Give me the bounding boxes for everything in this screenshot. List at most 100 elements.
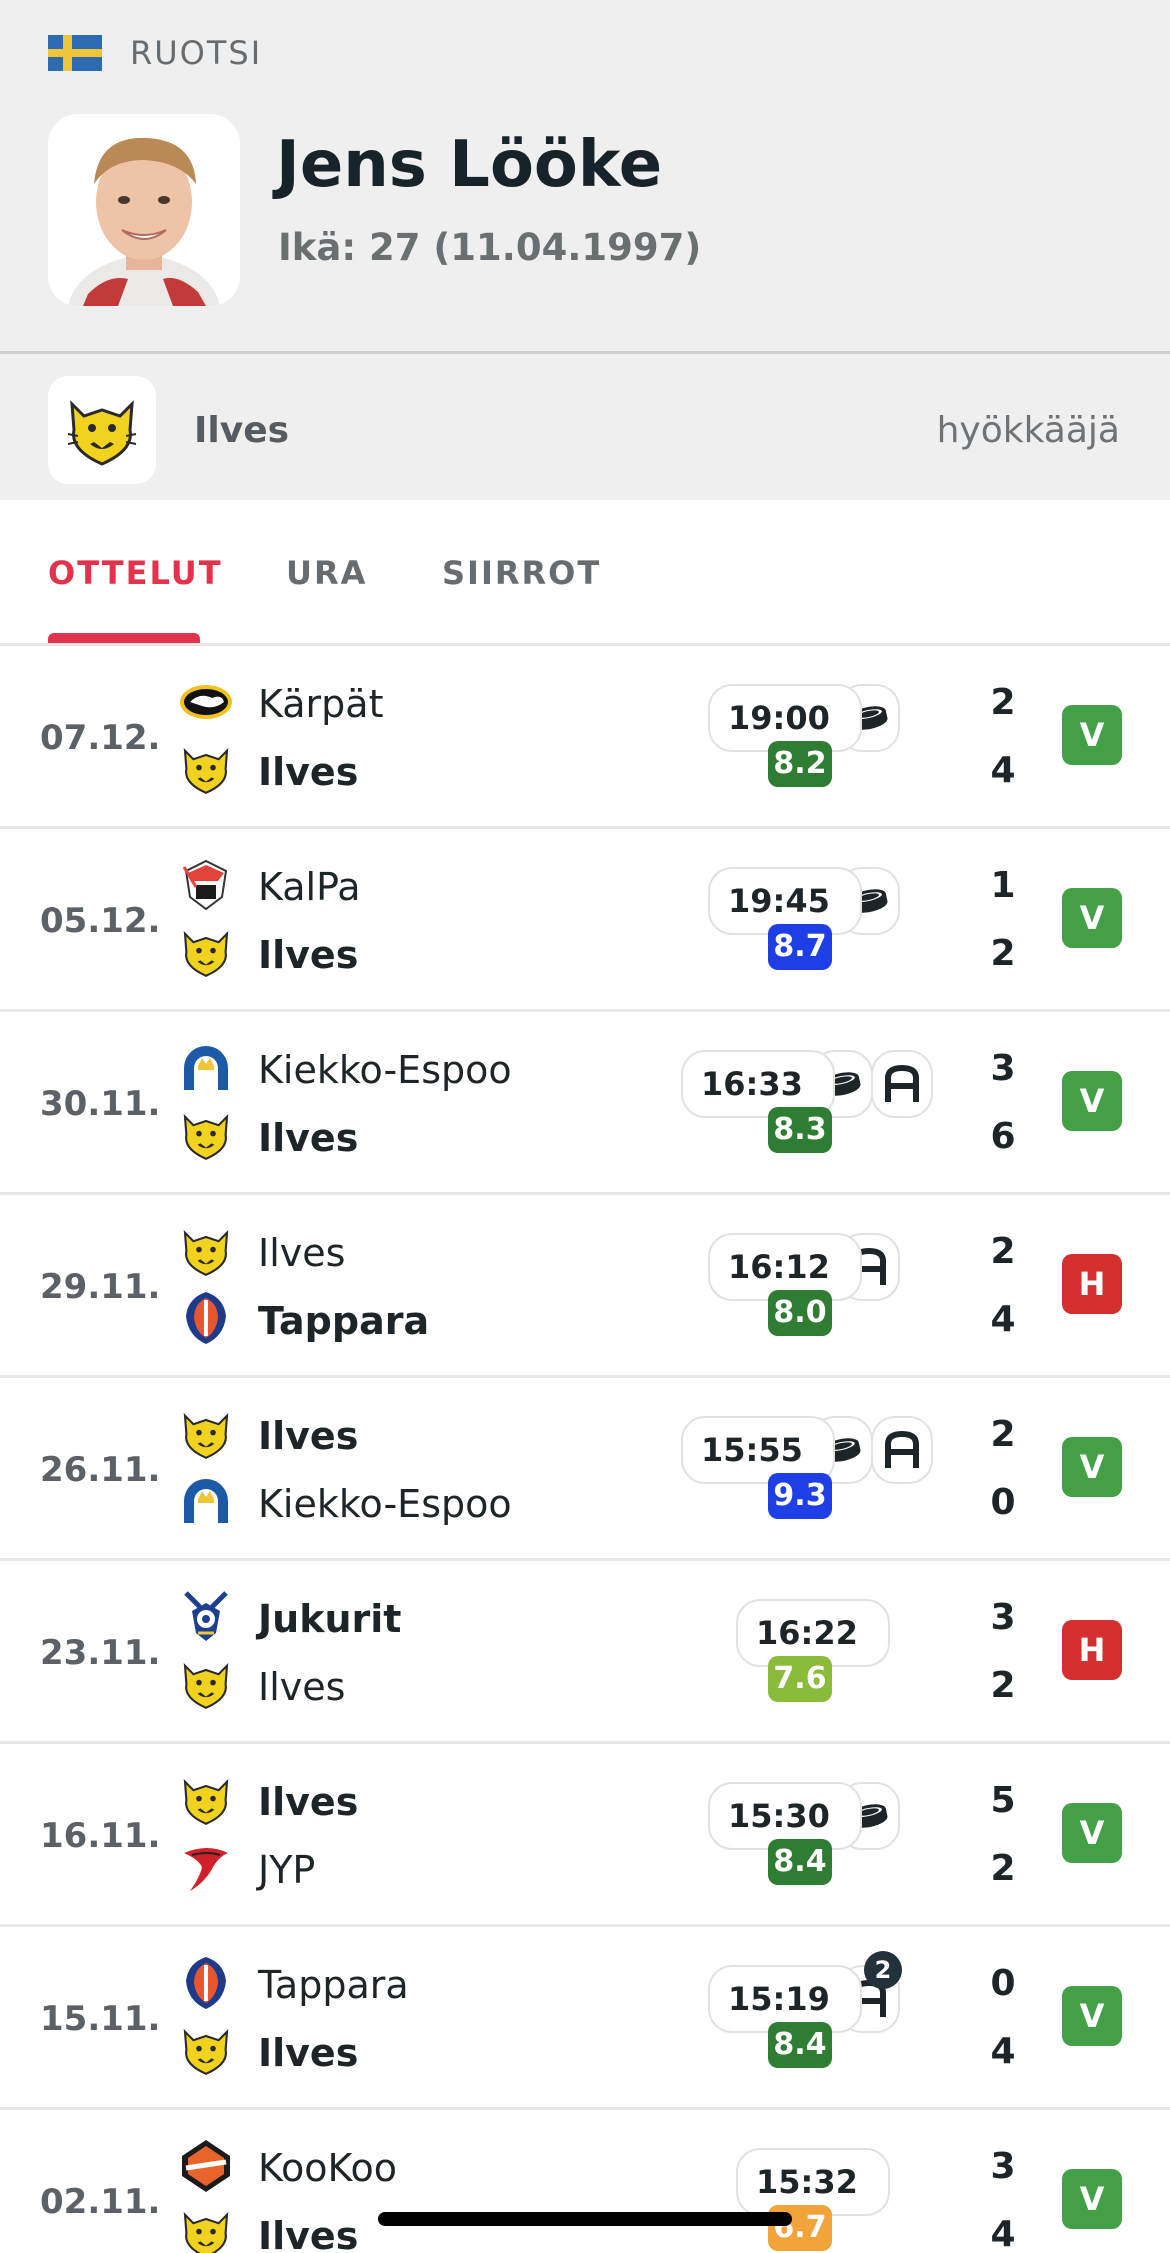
home-score: 3	[990, 2146, 1016, 2187]
home-score: 5	[990, 1780, 1016, 1821]
home-score: 1	[990, 865, 1016, 906]
home-score: 2	[990, 682, 1016, 723]
ilves-logo-icon	[178, 1107, 234, 1163]
away-score: 4	[990, 750, 1016, 791]
match-date: 07.12.	[40, 718, 161, 758]
away-team-name: Ilves	[258, 2031, 359, 2075]
match-row[interactable]: 30.11. Kiekko-Espoo Ilves 16:33 8.3 3 6 V	[0, 1012, 1170, 1195]
assist-count-badge: 2	[864, 1951, 902, 1989]
away-score: 2	[990, 1665, 1016, 1706]
player-name: Jens Lööke	[276, 128, 663, 202]
away-score: 6	[990, 1116, 1016, 1157]
ilves-logo-icon	[178, 741, 234, 797]
kiekko-logo-icon	[178, 1040, 234, 1096]
ilves-logo-icon	[178, 2022, 234, 2078]
match-row[interactable]: 15.11. Tappara Ilves 15:19 2 8.4 0 4 V	[0, 1927, 1170, 2110]
home-team-name: Ilves	[258, 1414, 359, 1458]
match-row[interactable]: 02.11. KooKoo Ilves 15:32 6.7 3 4 V	[0, 2110, 1170, 2253]
away-score: 0	[990, 1482, 1016, 1523]
player-rating: 8.4	[768, 1839, 832, 1885]
time-on-ice-value: 15:30	[728, 1797, 830, 1835]
tab-bar: OTTELUT URA SIIRROT	[0, 500, 1170, 646]
player-age: Ikä: 27 (11.04.1997)	[278, 226, 702, 269]
match-date: 05.12.	[40, 901, 161, 941]
match-date: 02.11.	[40, 2182, 161, 2222]
home-team-name: Jukurit	[258, 1597, 402, 1641]
result-badge: V	[1062, 705, 1122, 765]
result-badge: H	[1062, 1620, 1122, 1680]
home-score: 2	[990, 1414, 1016, 1455]
home-score: 0	[990, 1963, 1016, 2004]
home-score: 2	[990, 1231, 1016, 1272]
assist-icon	[871, 1050, 933, 1118]
time-on-ice-value: 16:33	[701, 1065, 803, 1103]
karpat-logo-icon	[178, 674, 234, 730]
match-date: 15.11.	[40, 1999, 161, 2039]
country-name: RUOTSI	[130, 34, 263, 72]
tappara-logo-icon	[178, 1290, 234, 1346]
match-row[interactable]: 29.11. Ilves Tappara 16:12 8.0 2 4 H	[0, 1195, 1170, 1378]
time-on-ice-value: 16:12	[728, 1248, 830, 1286]
ilves-logo-icon	[48, 376, 156, 484]
country-row: RUOTSI	[48, 34, 262, 72]
time-on-ice-value: 15:55	[701, 1431, 803, 1469]
time-on-ice-value: 15:32	[756, 2163, 858, 2201]
home-team-name: Kärpät	[258, 682, 384, 726]
tab-ottelut[interactable]: OTTELUT	[48, 554, 223, 592]
match-row[interactable]: 16.11. Ilves JYP 15:30 8.4 5 2 V	[0, 1744, 1170, 1927]
away-team-name: Tappara	[258, 1299, 430, 1343]
match-date: 23.11.	[40, 1633, 161, 1673]
away-team-name: JYP	[258, 1848, 316, 1892]
away-team-name: Ilves	[258, 933, 359, 977]
sweden-flag-icon	[48, 35, 102, 71]
match-row[interactable]: 26.11. Ilves Kiekko-Espoo 15:55 9.3 2 0 V	[0, 1378, 1170, 1561]
home-team-name: KooKoo	[258, 2146, 398, 2190]
match-date: 16.11.	[40, 1816, 161, 1856]
result-badge: V	[1062, 1071, 1122, 1131]
ilves-logo-icon	[178, 924, 234, 980]
home-score: 3	[990, 1597, 1016, 1638]
team-bar[interactable]: Ilves hyökkääjä	[0, 354, 1170, 500]
kiekko-logo-icon	[178, 1473, 234, 1529]
player-rating: 8.3	[768, 1107, 832, 1153]
tab-ura[interactable]: URA	[286, 554, 367, 592]
away-team-name: Ilves	[258, 2214, 359, 2253]
away-score: 2	[990, 1848, 1016, 1889]
player-position: hyökkääjä	[936, 410, 1120, 451]
assist-icon	[871, 1416, 933, 1484]
kalpa-logo-icon	[178, 857, 234, 913]
result-badge: H	[1062, 1254, 1122, 1314]
away-score: 4	[990, 1299, 1016, 1340]
result-badge: V	[1062, 2169, 1122, 2229]
player-rating: 8.2	[768, 741, 832, 787]
tab-siirrot[interactable]: SIIRROT	[442, 554, 601, 592]
ilves-logo-icon	[178, 1656, 234, 1712]
player-rating: 8.0	[768, 1290, 832, 1336]
away-team-name: Ilves	[258, 1665, 346, 1709]
result-badge: V	[1062, 1437, 1122, 1497]
time-on-ice-value: 19:45	[728, 882, 830, 920]
player-rating: 9.3	[768, 1473, 832, 1519]
home-indicator[interactable]	[378, 2212, 792, 2226]
tappara-logo-icon	[178, 1955, 234, 2011]
ilves-logo-icon	[178, 1223, 234, 1279]
result-badge: V	[1062, 1803, 1122, 1863]
ilves-logo-icon	[178, 1406, 234, 1462]
player-rating: 7.6	[768, 1656, 832, 1702]
away-score: 4	[990, 2214, 1016, 2253]
match-row[interactable]: 23.11. Jukurit Ilves 16:22 7.6 3 2 H	[0, 1561, 1170, 1744]
match-row[interactable]: 05.12. KalPa Ilves 19:45 8.7 1 2 V	[0, 829, 1170, 1012]
result-badge: V	[1062, 888, 1122, 948]
home-team-name: KalPa	[258, 865, 361, 909]
home-team-name: Kiekko-Espoo	[258, 1048, 512, 1092]
team-name: Ilves	[194, 410, 290, 451]
home-team-name: Tappara	[258, 1963, 409, 2007]
match-row[interactable]: 07.12. Kärpät Ilves 19:00 8.2 2 4 V	[0, 646, 1170, 829]
player-photo	[48, 114, 240, 306]
time-on-ice-value: 15:19	[728, 1980, 830, 2018]
away-score: 4	[990, 2031, 1016, 2072]
time-on-ice-value: 19:00	[728, 699, 830, 737]
kookoo-logo-icon	[178, 2138, 234, 2194]
time-on-ice-value: 16:22	[756, 1614, 858, 1652]
away-team-name: Ilves	[258, 1116, 359, 1160]
